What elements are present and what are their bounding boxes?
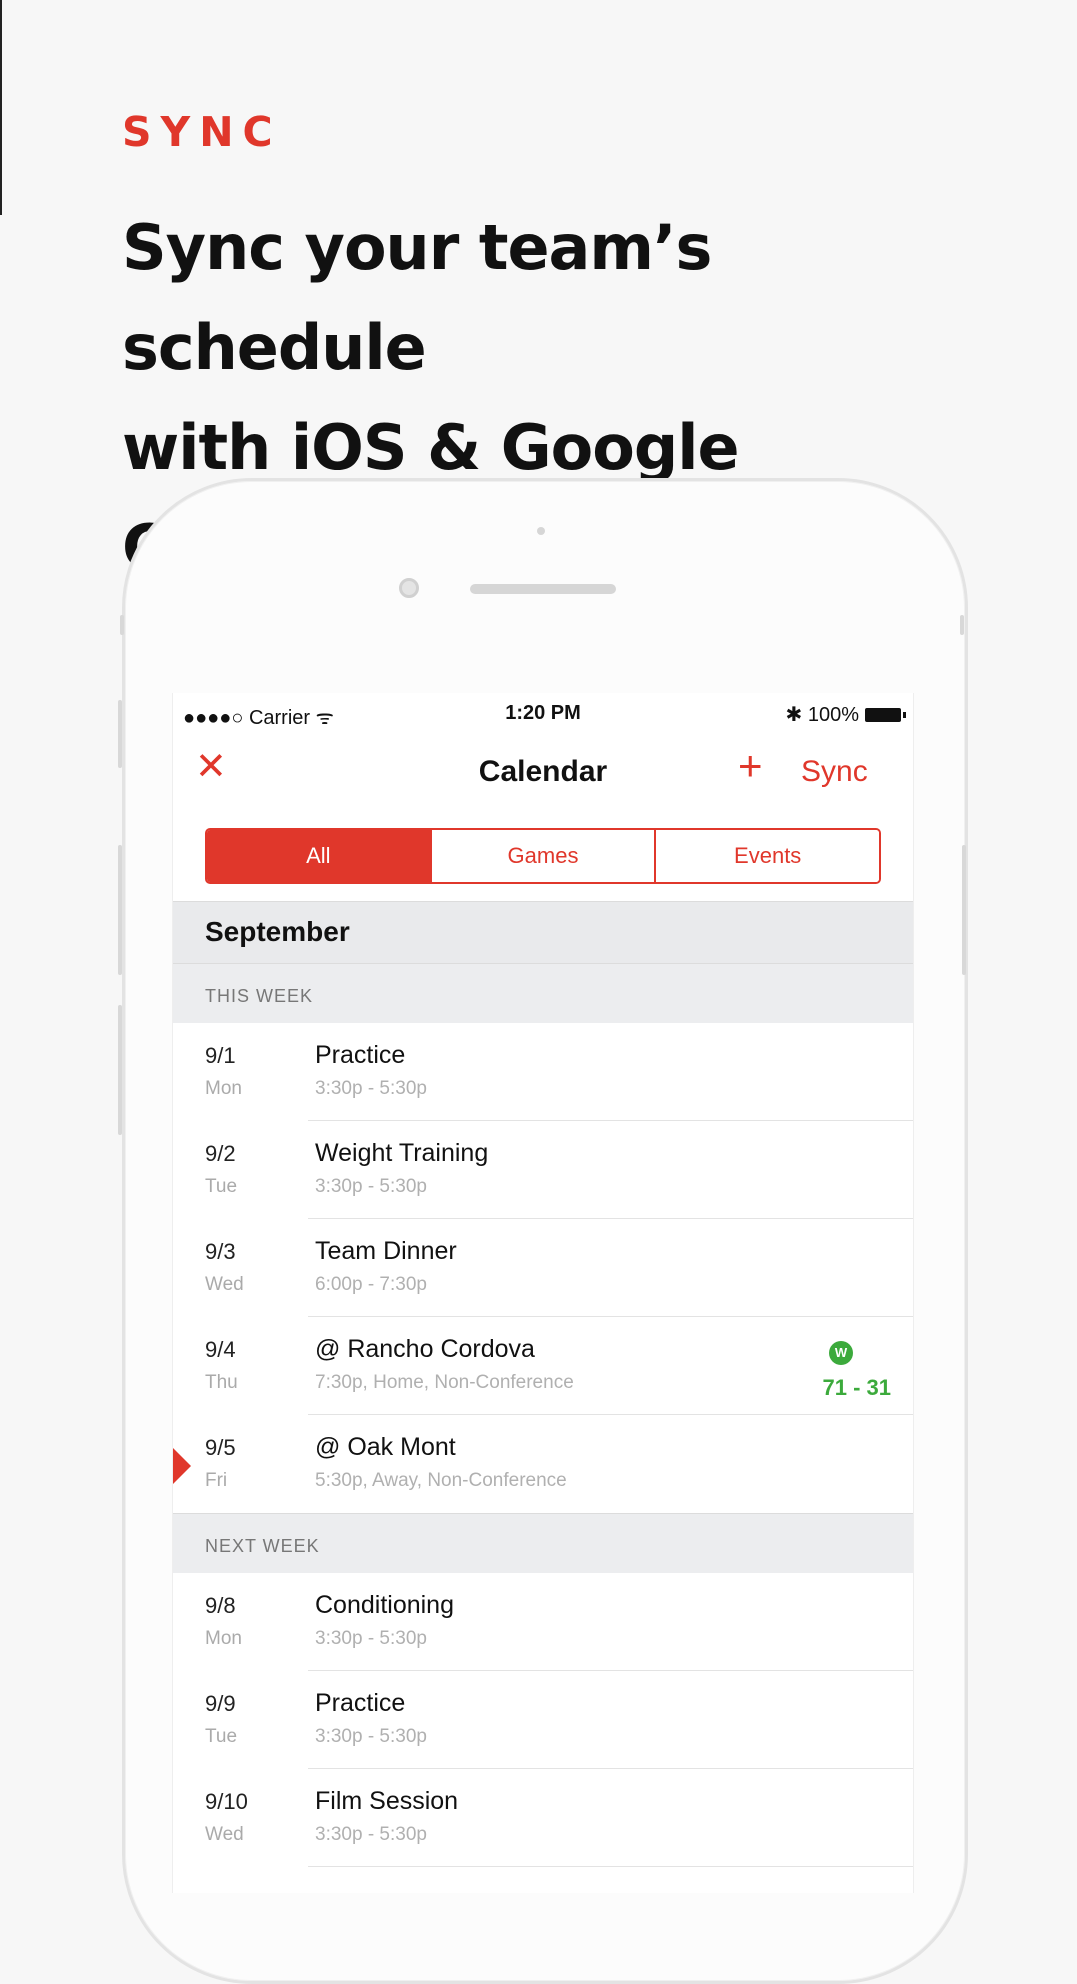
list-item[interactable]: 9/10 Wed Film Session 3:30p - 5:30p [173,1769,913,1867]
event-details: 5:30p, Away, Non-Conference [315,1470,567,1491]
event-title: Weight Training [315,1139,489,1167]
event-title: Conditioning [315,1591,454,1619]
battery-status: ✱ 100% [785,702,906,727]
phone-mute-switch [118,700,122,768]
section-header-next-week: NEXT WEEK [173,1513,913,1575]
list-item[interactable]: 9/2 Tue Weight Training 3:30p - 5:30p [173,1121,913,1219]
event-title: Film Session [315,1787,459,1815]
event-weekday: Thu [205,1372,238,1393]
front-camera [399,578,419,598]
battery-label: ✱ 100% [785,704,859,726]
phone-volume-up [118,845,122,975]
event-title: Practice [315,1689,406,1717]
plus-icon[interactable]: + [738,745,763,787]
feature-kicker: SYNC [122,108,282,156]
event-weekday: Tue [205,1726,238,1747]
event-weekday: Fri [205,1470,228,1491]
segment-events[interactable]: Events [654,830,879,882]
event-date: 9/8 [205,1593,236,1618]
phone-volume-down [118,1005,122,1135]
list-item[interactable]: 9/1 Mon Practice 3:30p - 5:30p [173,1023,913,1121]
month-label: September [205,916,350,947]
win-badge: W [829,1341,853,1365]
event-date: 9/2 [205,1141,236,1166]
section-label: NEXT WEEK [205,1536,320,1556]
section-header-this-week: THIS WEEK [173,963,913,1025]
event-title: Team Dinner [315,1237,457,1265]
battery-icon [865,707,906,722]
phone-screen: ●●●●○ Carrier ᯤ 1:20 PM ✱ 100% ✕ Calenda… [172,693,914,1893]
phone-power-button [962,845,966,975]
phone-sensor [537,527,545,535]
list-item[interactable]: 9/9 Tue Practice 3:30p - 5:30p [173,1671,913,1769]
section-label: THIS WEEK [205,986,314,1006]
event-details: 3:30p - 5:30p [315,1078,427,1099]
event-weekday: Tue [205,1176,238,1197]
event-weekday: Mon [205,1628,242,1649]
segment-games[interactable]: Games [429,830,655,882]
list-item[interactable]: 9/4 Thu @ Rancho Cordova 7:30p, Home, No… [173,1317,913,1415]
event-date: 9/4 [205,1337,236,1362]
event-details: 6:00p - 7:30p [315,1274,427,1295]
current-day-marker-icon [173,1448,191,1484]
status-bar: ●●●●○ Carrier ᯤ 1:20 PM ✱ 100% [173,693,913,737]
event-date: 9/1 [205,1043,236,1068]
month-header: September [173,901,913,964]
event-details: 3:30p - 5:30p [315,1726,427,1747]
event-details: 3:30p - 5:30p [315,1176,427,1197]
row-divider [308,1866,913,1867]
event-date: 9/10 [205,1789,248,1814]
phone-side-button-right [960,615,964,635]
event-title: @ Oak Mont [315,1433,456,1461]
event-details: 3:30p - 5:30p [315,1824,427,1845]
earpiece-speaker [470,584,616,594]
event-date: 9/9 [205,1691,236,1716]
event-date: 9/5 [205,1435,236,1460]
game-score: 71 - 31 [822,1375,892,1400]
left-edge-line [0,0,2,215]
phone-side-button [120,615,124,635]
event-details: 3:30p - 5:30p [315,1628,427,1649]
event-weekday: Mon [205,1078,242,1099]
event-title: @ Rancho Cordova [315,1335,535,1363]
event-weekday: Wed [205,1824,244,1845]
list-item[interactable]: 9/5 Fri @ Oak Mont 5:30p, Away, Non-Conf… [173,1415,913,1513]
headline-line-1: Sync your team’s schedule [122,211,712,384]
event-date: 9/3 [205,1239,236,1264]
event-title: Practice [315,1041,406,1069]
event-details: 7:30p, Home, Non-Conference [315,1372,574,1393]
sync-button[interactable]: Sync [801,755,868,789]
event-weekday: Wed [205,1274,244,1295]
nav-bar: ✕ Calendar + Sync [173,737,913,807]
list-item[interactable]: 9/8 Mon Conditioning 3:30p - 5:30p [173,1573,913,1671]
filter-segmented-control: All Games Events [205,828,881,884]
list-item[interactable]: 9/3 Wed Team Dinner 6:00p - 7:30p [173,1219,913,1317]
segment-all[interactable]: All [207,830,430,882]
